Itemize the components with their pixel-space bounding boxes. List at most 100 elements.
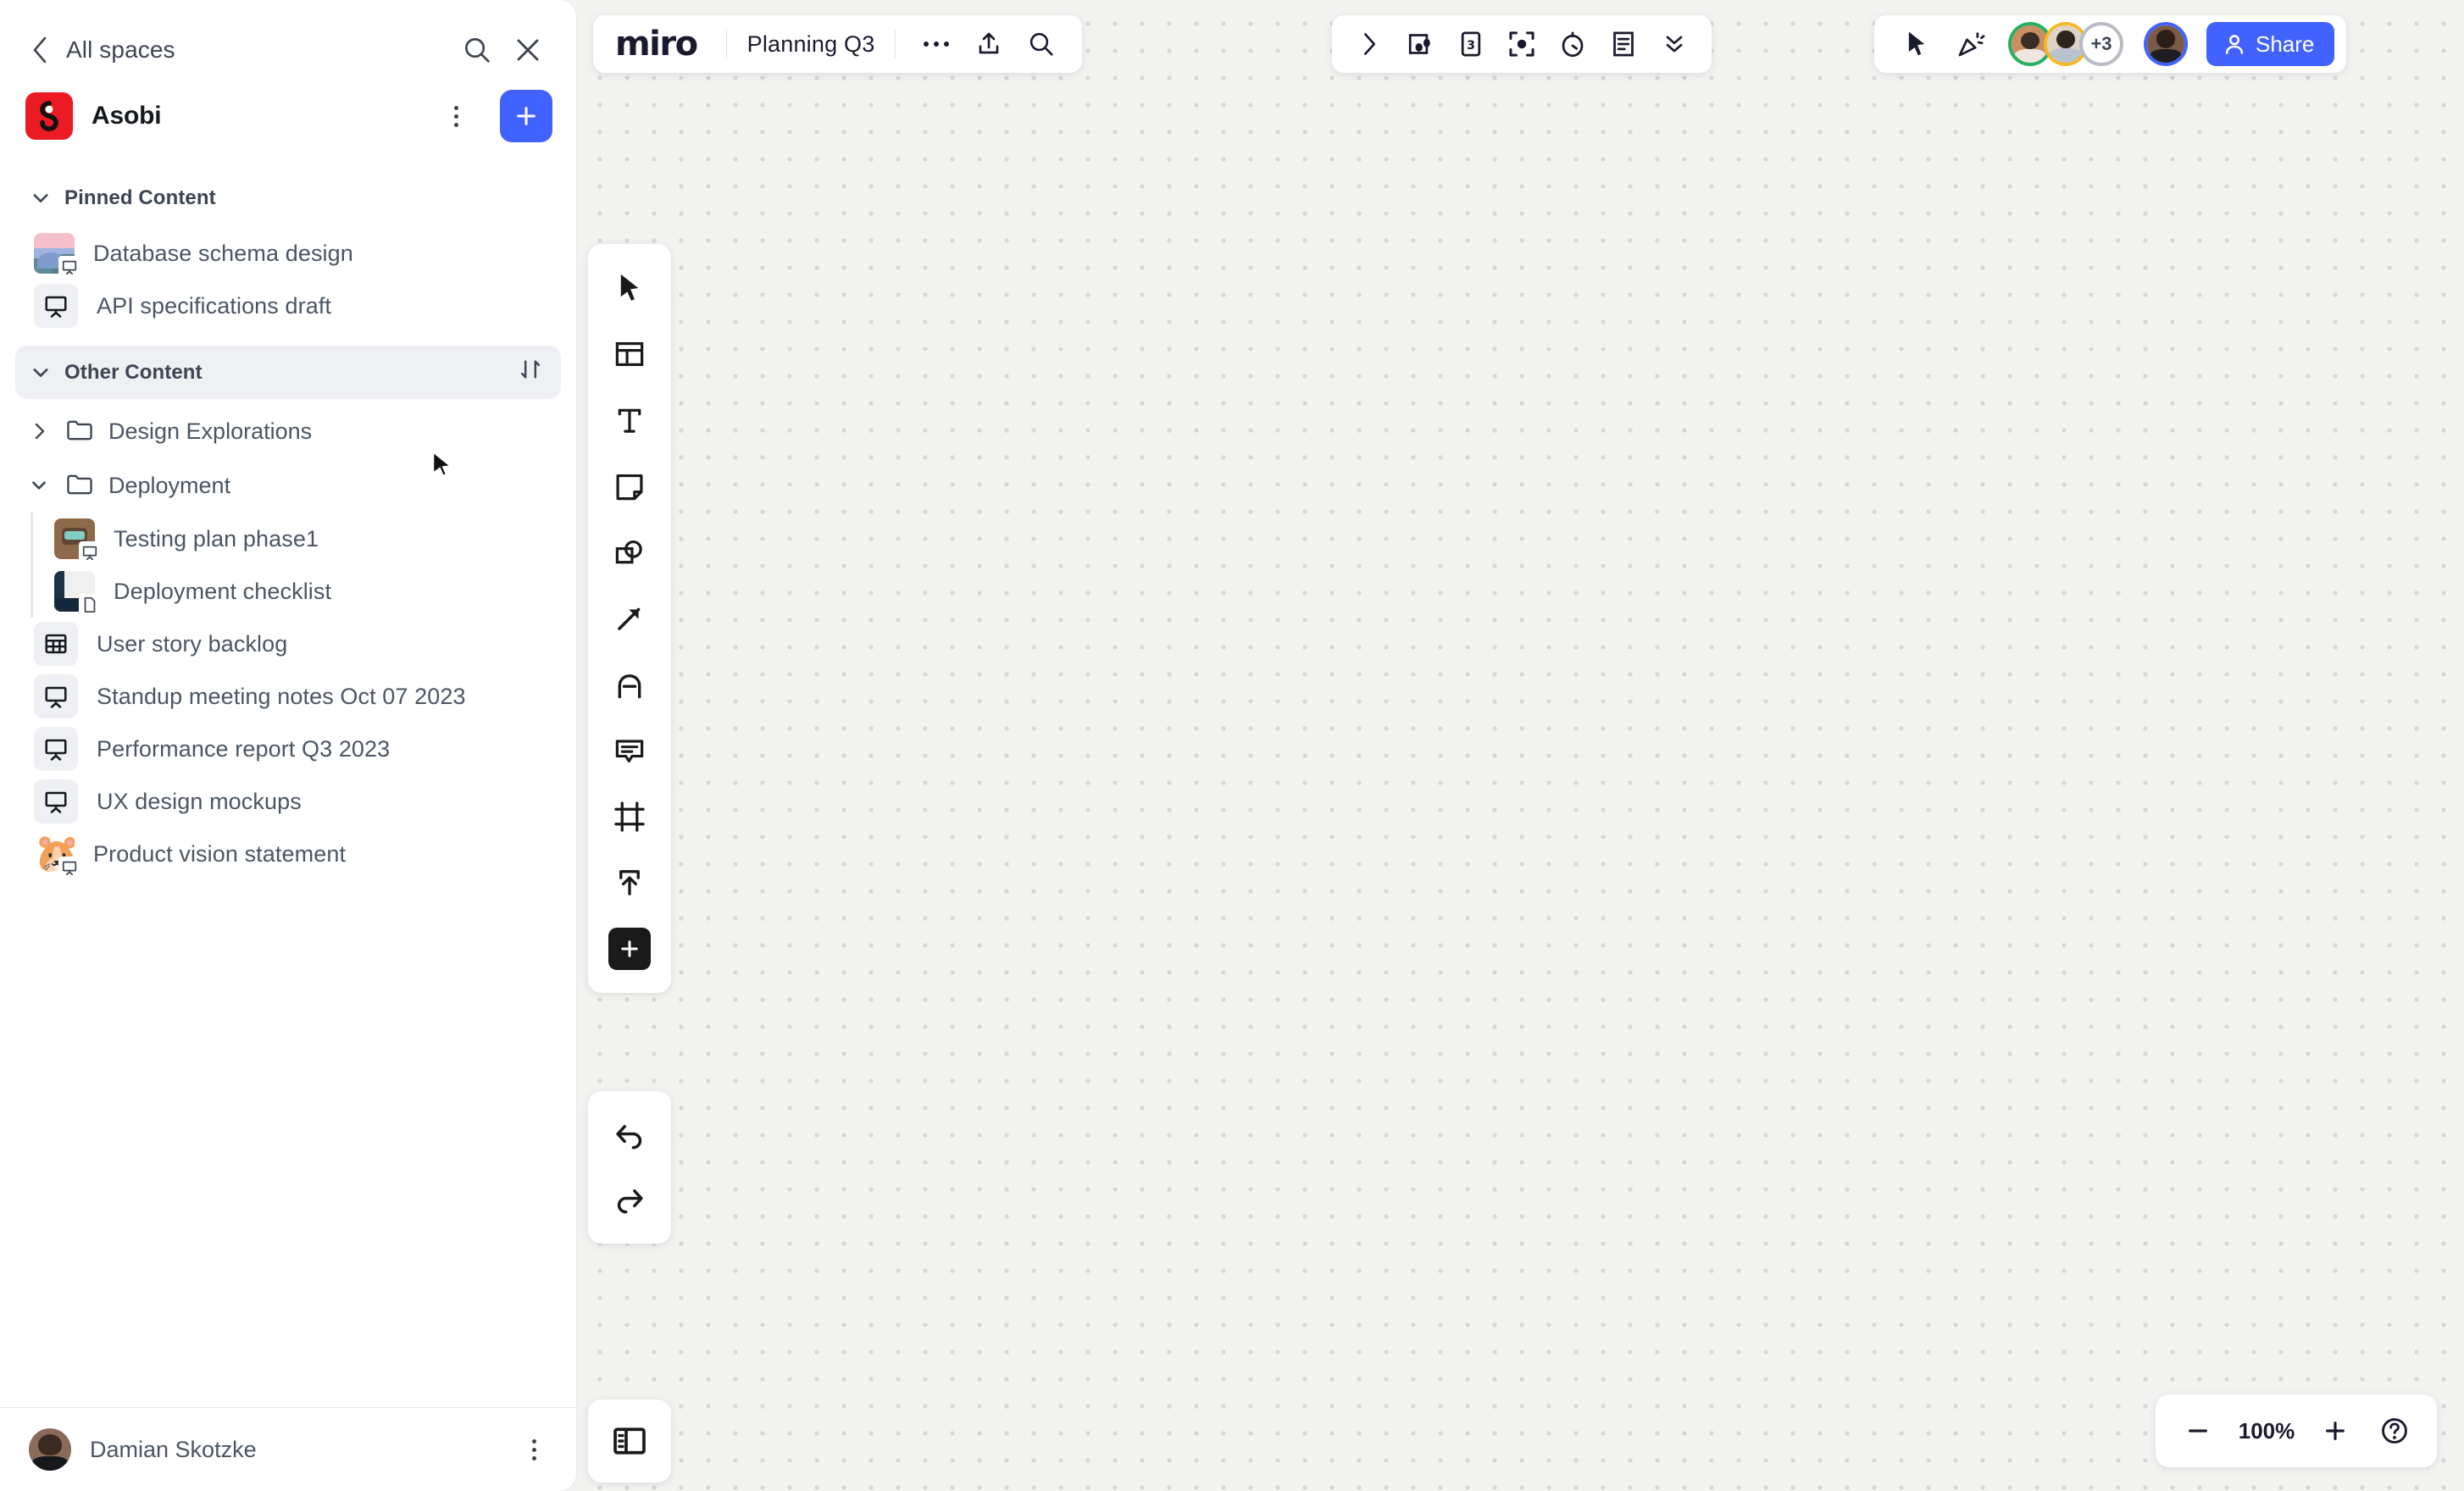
list-item-product-vision-statement[interactable]: 🐹 Product vision statement bbox=[12, 828, 564, 880]
board-toolbar: miro Planning Q3 bbox=[593, 15, 1083, 73]
collaboration-toolbar: 3 bbox=[1332, 15, 1712, 73]
zoom-level[interactable]: 100% bbox=[2230, 1418, 2303, 1444]
zoom-out-button[interactable] bbox=[2171, 1404, 2225, 1458]
frame-icon[interactable] bbox=[597, 784, 662, 849]
list-item-deployment-checklist[interactable]: Deployment checklist bbox=[44, 565, 564, 618]
timer-icon[interactable] bbox=[1549, 20, 1596, 68]
board-thumbnail bbox=[54, 518, 101, 563]
folder-icon bbox=[66, 472, 93, 500]
sidebar-footer: Damian Skotzke bbox=[0, 1407, 576, 1491]
chevron-double-down-icon[interactable] bbox=[1651, 20, 1698, 68]
current-user-avatar[interactable] bbox=[2144, 22, 2188, 66]
section-header-pinned[interactable]: Pinned Content bbox=[15, 175, 561, 222]
zoom-in-button[interactable] bbox=[2308, 1404, 2362, 1458]
list-item-label: Product vision statement bbox=[93, 840, 347, 867]
chevron-right-icon[interactable] bbox=[27, 422, 51, 441]
zoom-controls: 100% bbox=[2156, 1394, 2437, 1467]
search-icon[interactable] bbox=[1018, 20, 1065, 68]
share-label: Share bbox=[2256, 30, 2315, 57]
close-icon[interactable] bbox=[508, 30, 547, 69]
space-name: Asobi bbox=[92, 102, 162, 130]
undo-icon[interactable] bbox=[597, 1103, 662, 1167]
folder-row-design-explorations[interactable]: Design Explorations bbox=[12, 404, 564, 458]
more-apps-icon[interactable] bbox=[597, 917, 662, 981]
help-question-icon[interactable] bbox=[2367, 1404, 2422, 1458]
board-title[interactable]: Planning Q3 bbox=[744, 31, 879, 58]
chevron-right-icon[interactable] bbox=[1346, 20, 1393, 68]
list-item-label: User story backlog bbox=[97, 630, 288, 657]
list-item-testing-plan-phase1[interactable]: Testing plan phase1 bbox=[44, 513, 564, 565]
list-item-label: Performance report Q3 2023 bbox=[97, 735, 391, 762]
text-icon[interactable] bbox=[597, 388, 662, 452]
folder-icon bbox=[66, 418, 93, 446]
cursor-icon[interactable] bbox=[1893, 20, 1940, 68]
collaborator-avatars: +3 bbox=[2008, 22, 2123, 66]
list-item-label: Deployment checklist bbox=[114, 578, 332, 604]
avatar[interactable] bbox=[29, 1428, 71, 1471]
space-logo bbox=[25, 92, 73, 140]
board-icon bbox=[34, 284, 78, 328]
sidebar-header: All spaces bbox=[0, 0, 576, 71]
search-icon[interactable] bbox=[458, 30, 497, 69]
estimation-card-icon[interactable]: 3 bbox=[1447, 20, 1495, 68]
sticky-note-icon[interactable] bbox=[597, 454, 662, 518]
miro-logo[interactable]: miro bbox=[615, 25, 709, 64]
user-menu-icon[interactable] bbox=[517, 1430, 551, 1469]
list-item-database-schema-design[interactable]: Database schema design bbox=[12, 227, 564, 280]
upload-icon[interactable] bbox=[965, 20, 1013, 68]
user-name: Damian Skotzke bbox=[90, 1436, 257, 1462]
chevron-down-icon[interactable] bbox=[27, 477, 51, 494]
sort-arrows-icon[interactable] bbox=[519, 358, 542, 387]
cursor-select-icon[interactable] bbox=[597, 256, 662, 320]
toggle-panel-icon[interactable] bbox=[588, 1400, 671, 1483]
notes-icon[interactable] bbox=[1600, 20, 1647, 68]
all-spaces-link[interactable]: All spaces bbox=[66, 36, 446, 64]
share-button[interactable]: Share bbox=[2206, 22, 2335, 66]
spaces-sidebar: All spaces Asobi Pinned Content Database… bbox=[0, 0, 576, 1491]
space-menu-icon[interactable] bbox=[439, 97, 473, 136]
collaborator-overflow-badge[interactable]: +3 bbox=[2079, 22, 2123, 66]
add-content-button[interactable] bbox=[500, 90, 552, 142]
divider bbox=[725, 30, 727, 58]
history-toolbar bbox=[588, 1091, 671, 1244]
board-canvas[interactable] bbox=[576, 0, 2464, 1491]
shapes-icon[interactable] bbox=[597, 520, 662, 585]
space-header: Asobi bbox=[0, 71, 576, 161]
focus-mode-icon[interactable] bbox=[1498, 20, 1546, 68]
upload-icon[interactable] bbox=[597, 851, 662, 915]
section-label-other: Other Content bbox=[64, 360, 203, 384]
list-item-standup-meeting-notes[interactable]: Standup meeting notes Oct 07 2023 bbox=[12, 670, 564, 723]
list-item-user-story-backlog[interactable]: User story backlog bbox=[12, 618, 564, 670]
back-chevron-icon[interactable] bbox=[25, 36, 54, 64]
redo-icon[interactable] bbox=[597, 1167, 662, 1232]
comment-icon[interactable] bbox=[597, 718, 662, 783]
board-thumbnail: 🐹 bbox=[34, 834, 80, 879]
list-item-performance-report[interactable]: Performance report Q3 2023 bbox=[12, 723, 564, 775]
list-item-api-specifications-draft[interactable]: API specifications draft bbox=[12, 280, 564, 332]
table-icon bbox=[34, 622, 78, 666]
document-badge-icon bbox=[79, 594, 101, 616]
creation-toolbar bbox=[588, 244, 671, 993]
connector-arrow-icon[interactable] bbox=[597, 586, 662, 651]
list-item-label: Standup meeting notes Oct 07 2023 bbox=[97, 683, 466, 709]
folder-row-deployment[interactable]: Deployment bbox=[12, 458, 564, 513]
list-item-label: API specifications draft bbox=[97, 292, 332, 319]
chevron-down-icon bbox=[33, 368, 48, 377]
more-options-icon[interactable] bbox=[913, 20, 960, 68]
board-badge-icon bbox=[58, 856, 80, 879]
pen-draw-icon[interactable] bbox=[597, 652, 662, 717]
chevron-down-icon bbox=[33, 194, 48, 202]
celebration-icon[interactable] bbox=[1947, 20, 1995, 68]
list-item-label: Testing plan phase1 bbox=[114, 525, 319, 552]
board-thumbnail bbox=[34, 233, 80, 278]
frames-panel-icon[interactable] bbox=[1396, 20, 1444, 68]
section-label-pinned: Pinned Content bbox=[64, 186, 216, 209]
board-icon bbox=[34, 674, 78, 718]
folder-children-deployment: Testing plan phase1 Deployment checklist bbox=[0, 513, 576, 618]
list-item-ux-design-mockups[interactable]: UX design mockups bbox=[12, 775, 564, 828]
section-header-other[interactable]: Other Content bbox=[15, 346, 561, 399]
templates-icon[interactable] bbox=[597, 322, 662, 386]
presence-toolbar: +3 Share bbox=[1874, 15, 2347, 73]
board-icon bbox=[34, 779, 78, 823]
document-thumbnail bbox=[54, 571, 101, 616]
